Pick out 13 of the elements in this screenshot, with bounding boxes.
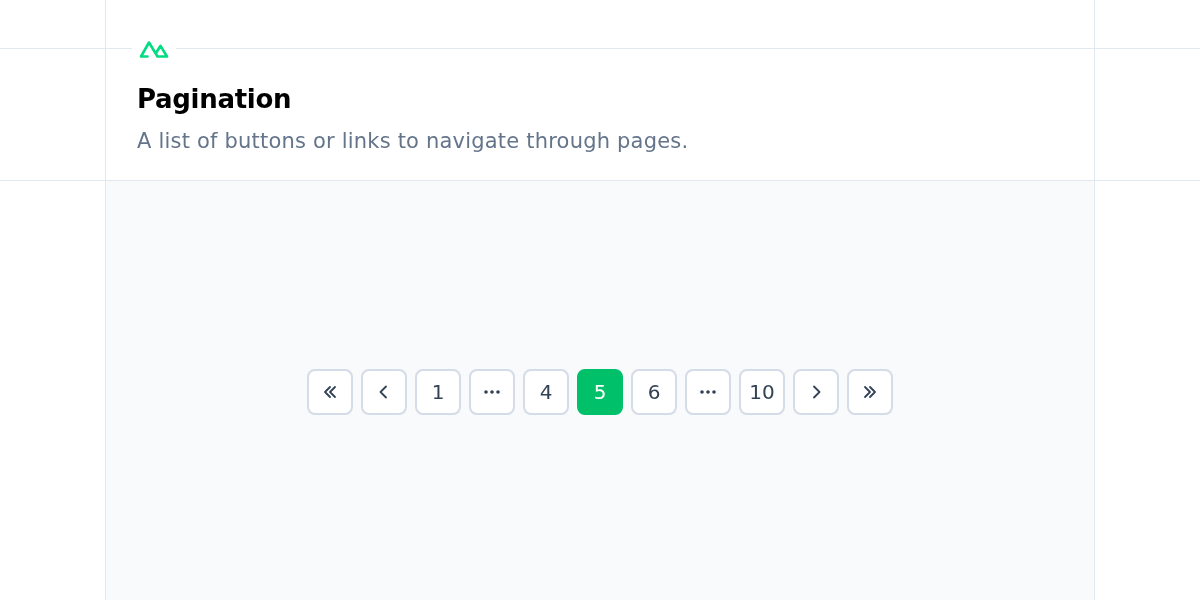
first-page-button[interactable] — [307, 369, 353, 415]
peaks-logo-icon — [138, 38, 170, 59]
last-page-button[interactable] — [847, 369, 893, 415]
double-chevron-right-icon — [862, 384, 878, 400]
ellipsis-icon — [700, 390, 716, 394]
double-chevron-left-icon — [322, 384, 338, 400]
ellipsis-icon — [484, 390, 500, 394]
page-title: Pagination — [137, 83, 293, 115]
page-description: A list of buttons or links to navigate through pages. — [137, 128, 690, 155]
page-button[interactable]: 10 — [739, 369, 785, 415]
page-button[interactable]: 4 — [523, 369, 569, 415]
page-button[interactable]: 6 — [631, 369, 677, 415]
page-button[interactable]: 1 — [415, 369, 461, 415]
